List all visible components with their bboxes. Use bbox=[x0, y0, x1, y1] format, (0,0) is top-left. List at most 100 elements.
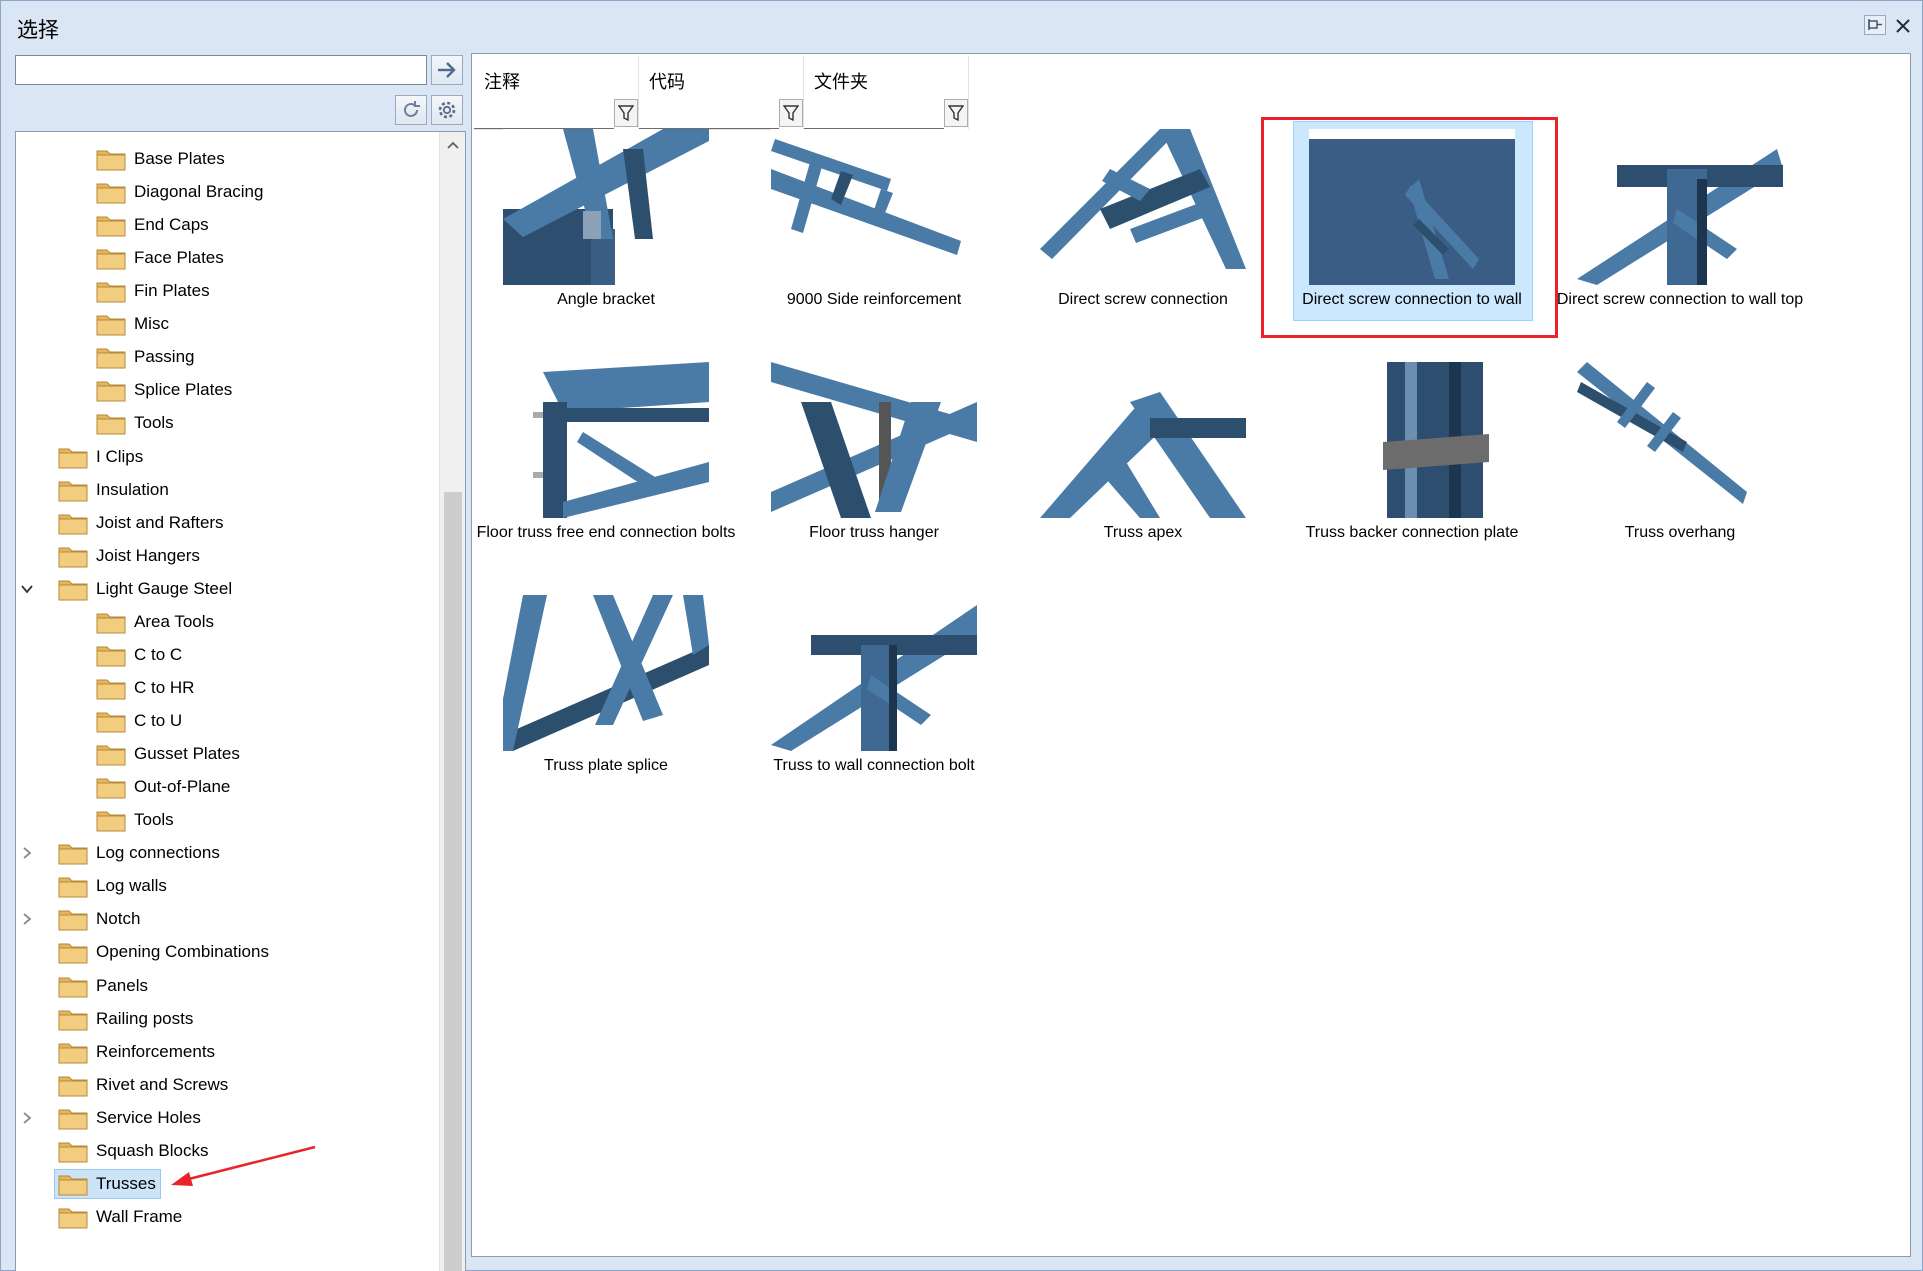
component-thumbnail bbox=[771, 129, 977, 285]
tree-item[interactable]: Service Holes bbox=[23, 1103, 201, 1133]
tree-item-label: Tools bbox=[134, 810, 174, 830]
tree-item[interactable]: Wall Frame bbox=[58, 1202, 182, 1232]
tree-item[interactable]: Insulation bbox=[58, 475, 169, 505]
component-tile[interactable]: Truss apex bbox=[1009, 362, 1277, 562]
pin-button[interactable] bbox=[1864, 15, 1886, 35]
component-tile[interactable]: Truss to wall connection bolt bbox=[740, 595, 1008, 795]
component-label: Truss to wall connection bolt bbox=[773, 757, 975, 774]
tree-item[interactable]: End Caps bbox=[96, 210, 209, 240]
tree-item-label: Misc bbox=[134, 314, 169, 334]
folder-tree[interactable]: Base Plates Diagonal Bracing End Caps Face … bbox=[15, 131, 466, 1271]
tree-item[interactable]: Passing bbox=[96, 342, 194, 372]
folder-icon bbox=[96, 646, 126, 667]
refresh-button[interactable] bbox=[395, 95, 427, 125]
tree-item[interactable]: Area Tools bbox=[96, 607, 214, 637]
filter-icon bbox=[783, 105, 799, 122]
tree-item[interactable]: Log walls bbox=[58, 871, 167, 901]
component-thumbnail bbox=[503, 129, 709, 285]
window-title: 选择 bbox=[17, 19, 59, 42]
filter-input[interactable] bbox=[804, 99, 944, 129]
tree-item[interactable]: Opening Combinations bbox=[58, 937, 269, 967]
chevron-right-icon[interactable] bbox=[20, 1111, 34, 1125]
column-header-comment[interactable]: 注释 bbox=[474, 56, 639, 130]
close-button[interactable] bbox=[1892, 15, 1914, 35]
folder-icon bbox=[96, 679, 126, 700]
component-label: Truss overhang bbox=[1624, 524, 1736, 541]
component-tile[interactable]: Angle bracket bbox=[472, 129, 740, 329]
filter-input[interactable] bbox=[639, 99, 779, 129]
filter-icon bbox=[948, 105, 964, 122]
component-label: Direct screw connection bbox=[1058, 291, 1228, 308]
tree-item-label: C to U bbox=[134, 711, 183, 731]
scroll-thumb[interactable] bbox=[444, 492, 462, 1271]
tree-item[interactable]: Tools bbox=[96, 408, 174, 438]
chevron-right-icon[interactable] bbox=[20, 846, 34, 860]
tree-item[interactable]: C to HR bbox=[96, 673, 194, 703]
tree-item[interactable]: Face Plates bbox=[96, 243, 224, 273]
column-header-folder[interactable]: 文件夹 bbox=[804, 56, 969, 130]
tree-item[interactable]: Joist Hangers bbox=[58, 541, 200, 571]
column-header-code[interactable]: 代码 bbox=[639, 56, 804, 130]
settings-button[interactable] bbox=[431, 95, 463, 125]
folder-icon bbox=[96, 348, 126, 369]
tree-item[interactable]: Out-of-Plane bbox=[96, 772, 230, 802]
tree-item[interactable]: Log connections bbox=[23, 838, 220, 868]
tree-item[interactable]: Gusset Plates bbox=[96, 739, 240, 769]
component-tile[interactable]: Truss overhang bbox=[1546, 362, 1814, 562]
folder-icon bbox=[58, 844, 88, 865]
component-thumbnail bbox=[1577, 362, 1783, 518]
component-tile[interactable]: Floor truss free end connection bolts bbox=[472, 362, 740, 562]
tree-item[interactable]: Trusses bbox=[54, 1168, 161, 1199]
folder-icon bbox=[58, 481, 88, 502]
folder-icon bbox=[96, 414, 126, 435]
tree-item[interactable]: Panels bbox=[58, 971, 148, 1001]
tree-item[interactable]: Joist and Rafters bbox=[58, 508, 224, 538]
tree-item[interactable]: Fin Plates bbox=[96, 276, 210, 306]
component-label: Direct screw connection to wall top bbox=[1556, 291, 1804, 308]
tree-item[interactable]: I Clips bbox=[58, 442, 143, 472]
red-arrow-annotation bbox=[171, 1145, 316, 1186]
tree-item[interactable]: Notch bbox=[23, 904, 140, 934]
left-panel: Base Plates Diagonal Bracing End Caps Face … bbox=[15, 53, 466, 1271]
tree-item[interactable]: Base Plates bbox=[96, 144, 225, 174]
tree-item[interactable]: C to C bbox=[96, 640, 182, 670]
folder-icon bbox=[58, 1076, 88, 1097]
tree-item[interactable]: Tools bbox=[96, 805, 174, 835]
scroll-up-button[interactable] bbox=[440, 132, 465, 158]
component-tile[interactable]: Direct screw connection to wall top bbox=[1546, 129, 1814, 329]
component-thumbnail bbox=[1309, 362, 1515, 518]
tree-item[interactable]: Diagonal Bracing bbox=[96, 177, 263, 207]
component-tile[interactable]: Direct screw connection bbox=[1009, 129, 1277, 329]
chevron-right-icon[interactable] bbox=[20, 912, 34, 926]
tree-item[interactable]: Light Gauge Steel bbox=[21, 574, 233, 604]
tree-item[interactable]: Misc bbox=[96, 309, 169, 339]
folder-icon bbox=[58, 1010, 88, 1031]
filter-button[interactable] bbox=[614, 99, 638, 127]
component-label: Truss plate splice bbox=[544, 757, 668, 774]
component-thumbnail bbox=[1577, 129, 1783, 285]
folder-icon bbox=[58, 943, 88, 964]
tree-item-label: Light Gauge Steel bbox=[96, 578, 233, 598]
tree-item-label: Out-of-Plane bbox=[134, 777, 231, 797]
tree-item[interactable]: C to U bbox=[96, 706, 182, 736]
filter-button[interactable] bbox=[944, 99, 968, 127]
component-tile[interactable]: Truss plate splice bbox=[472, 595, 740, 795]
go-button[interactable] bbox=[431, 55, 463, 85]
component-tile[interactable]: 9000 Side reinforcement bbox=[740, 129, 1008, 329]
component-tile[interactable]: Truss backer connection plate bbox=[1278, 362, 1546, 562]
filter-button[interactable] bbox=[779, 99, 803, 127]
tree-item[interactable]: Reinforcements bbox=[58, 1037, 215, 1067]
tree-item[interactable]: Rivet and Screws bbox=[58, 1070, 228, 1100]
folder-icon bbox=[58, 1208, 88, 1229]
component-tile[interactable]: Floor truss hanger bbox=[740, 362, 1008, 562]
pin-icon bbox=[1868, 19, 1882, 30]
chevron-down-icon[interactable] bbox=[20, 582, 34, 596]
filter-input[interactable] bbox=[474, 99, 614, 129]
component-label: Truss backer connection plate bbox=[1305, 524, 1519, 541]
search-input[interactable] bbox=[15, 55, 427, 85]
tree-item[interactable]: Splice Plates bbox=[96, 375, 232, 405]
component-thumbnail bbox=[771, 595, 977, 751]
tree-item-label: Splice Plates bbox=[134, 380, 233, 400]
tree-item-label: Face Plates bbox=[134, 248, 224, 268]
tree-item[interactable]: Railing posts bbox=[58, 1004, 193, 1034]
